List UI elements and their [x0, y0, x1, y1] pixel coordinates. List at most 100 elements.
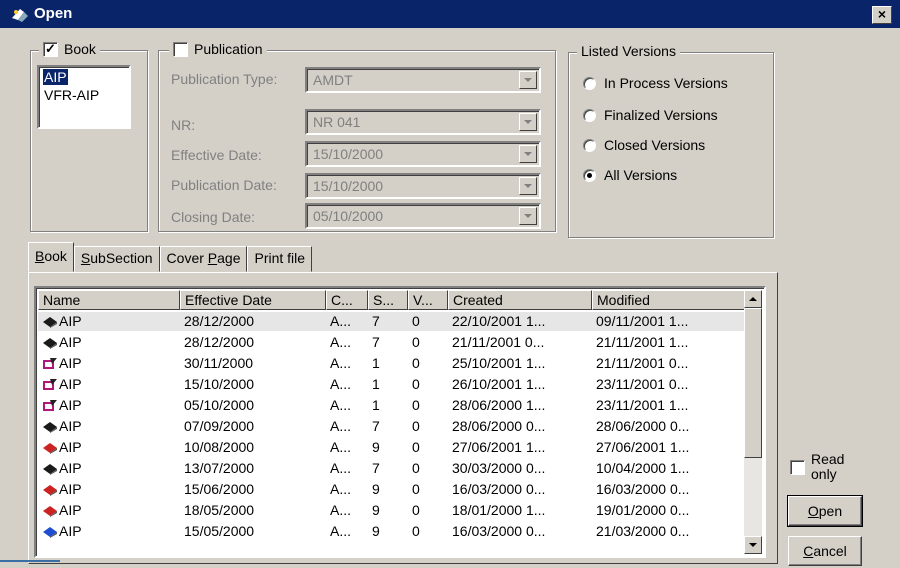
close-button[interactable]: × — [872, 6, 892, 24]
tab-cover-page[interactable]: Cover Page — [159, 246, 248, 272]
table-row[interactable]: AIP 18/05/2000 A... 9 0 18/01/2000 1... 19/01/… — [38, 501, 746, 520]
listed-versions-group: Listed Versions In Process Versions Fina… — [568, 43, 774, 238]
read-only-option[interactable]: Read only — [790, 452, 855, 482]
radio-button[interactable] — [583, 108, 596, 122]
title-bar[interactable]: Open × — [0, 0, 900, 30]
table-cell-effective: 18/05/2000 — [184, 502, 255, 518]
book-list-item[interactable]: VFR-AIP — [43, 87, 100, 103]
table-cell-s: 7 — [372, 313, 380, 329]
cancel-button[interactable]: Cancel — [788, 536, 862, 566]
chevron-down-icon[interactable] — [519, 177, 537, 195]
row-name-text: AIP — [59, 523, 82, 539]
scroll-up-icon[interactable] — [744, 290, 762, 308]
effective-date-select[interactable]: 15/10/2000 — [305, 141, 541, 167]
scrollbar-thumb[interactable] — [744, 308, 762, 458]
closing-date-select[interactable]: 05/10/2000 — [305, 203, 541, 229]
table-cell-name: AIP — [38, 312, 180, 331]
table-cell-name: AIP — [38, 396, 180, 415]
table-row[interactable]: AIP 28/12/2000 A... 7 0 21/11/2001 0... 21/11/… — [38, 333, 746, 352]
table-cell-c: A... — [330, 481, 352, 497]
table-cell-created: 28/06/2000 1... — [452, 397, 546, 413]
table-row[interactable]: AIP 10/08/2000 A... 9 0 27/06/2001 1... 27/06/… — [38, 438, 746, 457]
table-cell-name: AIP — [38, 354, 180, 373]
publication-date-select[interactable]: 15/10/2000 — [305, 173, 541, 199]
column-header-c[interactable]: C... — [326, 290, 368, 310]
edit-book-icon — [43, 379, 57, 390]
open-dialog: Open × ✓ Book AIP VFR-AIP Publication Pu… — [0, 0, 900, 568]
table-row[interactable]: AIP 15/05/2000 A... 9 0 16/03/2000 0... 21/03/… — [38, 522, 746, 541]
table-cell-modified: 23/11/2001 1... — [596, 397, 689, 413]
table-row[interactable]: AIP 15/06/2000 A... 9 0 16/03/2000 0... 16/03/… — [38, 480, 746, 499]
table-cell-s: 9 — [372, 481, 380, 497]
table-cell-modified: 19/01/2000 0... — [596, 502, 690, 518]
column-header-s[interactable]: S... — [368, 290, 408, 310]
table-cell-name: AIP — [38, 438, 180, 457]
table-cell-effective: 28/12/2000 — [184, 334, 255, 350]
table-cell-s: 7 — [372, 460, 380, 476]
book-label: Book — [64, 41, 96, 57]
tab-subsection[interactable]: SubSection — [73, 246, 160, 272]
table-cell-created: 16/03/2000 0... — [452, 523, 546, 539]
radio-finalized[interactable]: Finalized Versions — [583, 107, 718, 123]
book-list-item[interactable]: AIP — [42, 68, 69, 86]
radio-closed[interactable]: Closed Versions — [583, 137, 705, 153]
table-cell-v: 0 — [412, 439, 420, 455]
column-header-created[interactable]: Created — [448, 290, 592, 310]
table-row[interactable]: AIP 15/10/2000 A... 1 0 26/10/2001 1... 23/11/… — [38, 375, 746, 394]
table-row[interactable]: AIP 07/09/2000 A... 7 0 28/06/2000 0... 28/06/… — [38, 417, 746, 436]
radio-label: Finalized Versions — [604, 107, 718, 123]
book-checkbox[interactable]: ✓ — [43, 41, 58, 57]
book-list[interactable]: AIP VFR-AIP — [37, 65, 131, 129]
publication-type-label: Publication Type: — [171, 71, 278, 87]
table-cell-modified: 10/04/2000 1... — [596, 460, 690, 476]
table-cell-s: 7 — [372, 334, 380, 350]
table-cell-v: 0 — [412, 334, 420, 350]
column-header-name[interactable]: Name — [38, 290, 180, 310]
table-cell-c: A... — [330, 418, 352, 434]
table-row[interactable]: AIP 28/12/2000 A... 7 0 22/10/2001 1... 09/11/… — [38, 312, 746, 331]
table-cell-modified: 09/11/2001 1... — [596, 313, 689, 329]
column-header-v[interactable]: V... — [408, 290, 448, 310]
table-row[interactable]: AIP 05/10/2000 A... 1 0 28/06/2000 1... 23/11/… — [38, 396, 746, 415]
publication-type-select[interactable]: AMDT — [305, 67, 541, 93]
table-cell-name: AIP — [38, 501, 180, 520]
black-book-icon — [43, 338, 57, 349]
radio-button[interactable] — [583, 168, 596, 182]
vertical-scrollbar[interactable] — [744, 290, 762, 554]
read-only-label: Read only — [811, 451, 845, 482]
red-book-icon — [43, 485, 57, 496]
table-cell-created: 26/10/2001 1... — [452, 376, 546, 392]
closing-date-value: 05/10/2000 — [313, 208, 384, 224]
chevron-down-icon[interactable] — [519, 207, 537, 225]
table-row[interactable]: AIP 13/07/2000 A... 7 0 30/03/2000 0... 10/04/… — [38, 459, 746, 478]
column-header-modified[interactable]: Modified — [592, 290, 746, 310]
table-cell-modified: 28/06/2000 0... — [596, 418, 690, 434]
read-only-checkbox[interactable] — [790, 460, 805, 475]
table-cell-name: AIP — [38, 459, 180, 478]
nr-select[interactable]: NR 041 — [305, 109, 541, 135]
table-cell-name: AIP — [38, 417, 180, 436]
edit-book-icon — [43, 400, 57, 411]
radio-button[interactable] — [583, 138, 596, 152]
publication-checkbox[interactable] — [173, 41, 188, 57]
table-cell-created: 21/11/2001 0... — [452, 334, 545, 350]
table-cell-s: 1 — [372, 397, 380, 413]
column-header-effective-date[interactable]: Effective Date — [180, 290, 326, 310]
table-cell-effective: 15/06/2000 — [184, 481, 255, 497]
scroll-down-icon[interactable] — [744, 536, 762, 554]
table-row[interactable]: AIP 30/11/2000 A... 1 0 25/10/2001 1... 21/11/… — [38, 354, 746, 373]
chevron-down-icon[interactable] — [519, 145, 537, 163]
radio-in-process[interactable]: In Process Versions — [583, 75, 728, 91]
table-cell-c: A... — [330, 502, 352, 518]
tab-book[interactable]: Book — [28, 242, 74, 272]
table-cell-effective: 15/10/2000 — [184, 376, 255, 392]
radio-button[interactable] — [583, 76, 596, 90]
publication-date-label: Publication Date: — [171, 177, 277, 193]
tab-print-file[interactable]: Print file — [247, 246, 313, 272]
radio-all[interactable]: All Versions — [583, 167, 677, 183]
open-button[interactable]: Open — [787, 495, 863, 527]
chevron-down-icon[interactable] — [519, 71, 537, 89]
table-cell-c: A... — [330, 397, 352, 413]
versions-table[interactable]: Name Effective Date C... S... V... Creat… — [34, 286, 766, 558]
chevron-down-icon[interactable] — [519, 113, 537, 131]
